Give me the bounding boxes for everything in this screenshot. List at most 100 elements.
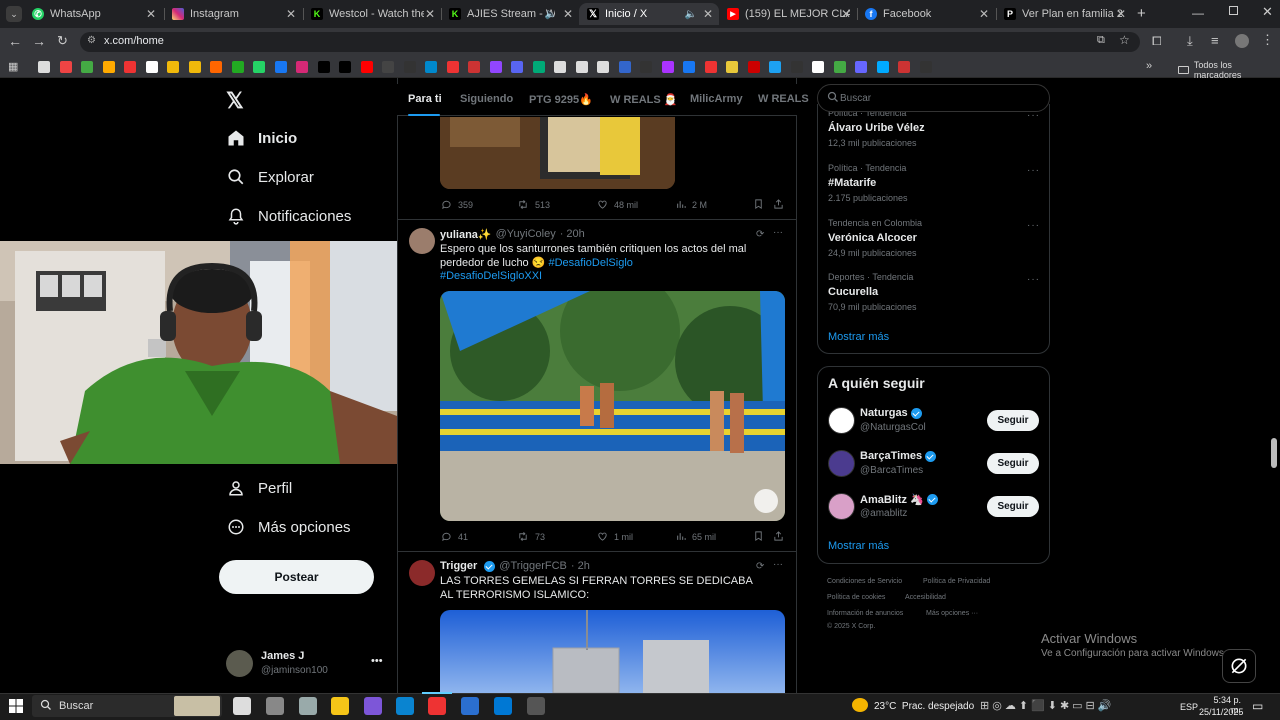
bookmark-icon[interactable]	[511, 61, 523, 73]
bookmark-icon[interactable]	[753, 530, 764, 545]
footer-link[interactable]: Condiciones de Servicio	[827, 578, 902, 585]
speaker-icon[interactable]: 🔈	[685, 9, 697, 20]
bookmark-icon[interactable]	[640, 61, 652, 73]
bookmark-icon[interactable]	[253, 61, 265, 73]
bookmark-icon[interactable]	[575, 61, 588, 73]
grok-icon[interactable]: ⟳	[756, 229, 764, 240]
bookmark-icon[interactable]	[855, 61, 867, 73]
hashtag[interactable]: #DesafioDelSigloXXI	[440, 270, 542, 282]
bookmark-icon[interactable]	[833, 61, 846, 73]
trend-name[interactable]: Cucurella	[828, 286, 878, 298]
tab-community[interactable]: PTG 9295🔥	[529, 93, 593, 106]
grok-floating-button[interactable]	[1222, 649, 1256, 683]
share-icon[interactable]	[773, 530, 784, 545]
trend-more-icon[interactable]: ···	[1027, 165, 1040, 176]
close-icon[interactable]: ✕	[841, 7, 851, 21]
discord-icon[interactable]	[364, 697, 382, 715]
tweet-time[interactable]: · 20h	[560, 228, 585, 241]
bookmark-icon[interactable]	[38, 61, 50, 73]
nav-explore[interactable]: Explorar	[226, 167, 314, 187]
avatar[interactable]	[828, 407, 855, 434]
bookmark-icon[interactable]	[532, 61, 545, 73]
bookmark-icon[interactable]	[102, 61, 115, 73]
bookmark-icon[interactable]	[898, 61, 910, 73]
show-more-link[interactable]: Mostrar más	[828, 540, 889, 552]
footer-link[interactable]: Política de cookies	[827, 594, 885, 601]
close-icon[interactable]: ✕	[425, 7, 435, 21]
clock-date[interactable]: 25/11/2025	[1199, 707, 1243, 717]
like-action[interactable]: 48 mil	[597, 199, 638, 210]
taskbar-search[interactable]: Buscar	[32, 695, 222, 717]
apps-grid-icon[interactable]: ▦	[8, 60, 18, 73]
task-view-icon[interactable]	[233, 697, 251, 715]
bookmark-icon[interactable]	[317, 61, 330, 73]
tweet-media[interactable]	[440, 610, 785, 693]
store-icon[interactable]	[494, 697, 512, 715]
avatar[interactable]	[828, 450, 855, 477]
trend-name[interactable]: Álvaro Uribe Vélez	[828, 122, 925, 134]
reply-action[interactable]: 41	[441, 531, 468, 542]
address-bar[interactable]: ⚙ x.com/home ⧉ ☆	[80, 32, 1140, 52]
bookmark-icon[interactable]	[210, 61, 222, 73]
bookmark-icon[interactable]	[747, 61, 760, 73]
trend-more-icon[interactable]: ···	[1027, 220, 1040, 231]
install-app-icon[interactable]: ⧉	[1097, 34, 1105, 47]
retweet-action[interactable]: 73	[517, 531, 545, 542]
bookmark-icon[interactable]	[468, 61, 480, 73]
footer-link[interactable]: Información de anuncios	[827, 610, 903, 617]
bookmark-icon[interactable]	[446, 61, 459, 73]
close-icon[interactable]: ✕	[146, 7, 156, 21]
tweet-time[interactable]: · 2h	[571, 560, 590, 572]
bookmark-icon[interactable]	[296, 61, 308, 73]
language-indicator[interactable]: ESP	[1180, 702, 1198, 712]
bookmark-icon[interactable]	[145, 61, 158, 73]
tab-search-icon[interactable]: ⌄	[6, 6, 22, 22]
bookmark-icon[interactable]	[188, 61, 201, 73]
file-explorer-icon[interactable]	[331, 697, 349, 715]
bookmark-icon[interactable]	[618, 61, 631, 73]
extensions-icon[interactable]: ⧠	[1152, 34, 1162, 49]
author-handle[interactable]: @YuyiColey	[496, 228, 556, 241]
views-action[interactable]: 2 M	[676, 199, 707, 210]
more-icon[interactable]: ···	[773, 227, 783, 238]
trend-name[interactable]: #Matarife	[828, 177, 876, 189]
reload-icon[interactable]: ↻	[57, 33, 68, 49]
footer-link[interactable]: Accesibilidad	[905, 594, 946, 601]
bookmark-icon[interactable]	[726, 61, 738, 73]
close-icon[interactable]: ✕	[979, 7, 989, 21]
bookmark-icon[interactable]	[597, 61, 609, 73]
bookmark-icon[interactable]	[489, 61, 502, 73]
like-action[interactable]: 1 mil	[597, 531, 633, 542]
post-button[interactable]: Postear	[219, 560, 374, 594]
tweet-media[interactable]	[440, 117, 675, 189]
nav-more-options[interactable]: Más opciones	[226, 517, 351, 537]
bookmark-icon[interactable]	[554, 61, 566, 73]
bookmark-icon[interactable]	[790, 61, 803, 73]
app-icon[interactable]	[299, 697, 317, 715]
tweet-media[interactable]	[440, 291, 785, 521]
x-logo-icon[interactable]: 𝕏	[226, 88, 244, 114]
bookmark-icon[interactable]	[704, 61, 717, 73]
more-icon[interactable]: ···	[773, 559, 783, 570]
weather-text[interactable]: 23°C Prac. despejado	[874, 701, 974, 712]
tab-x-home[interactable]: 𝕏 Inicio / X 🔈 ✕	[579, 3, 719, 25]
trend-name[interactable]: Verónica Alcocer	[828, 232, 917, 244]
bookmark-icon[interactable]	[167, 61, 179, 73]
avatar[interactable]	[828, 493, 855, 520]
tab-instagram[interactable]: Instagram ✕	[164, 3, 302, 25]
tab-kick-westcol[interactable]: K Westcol - Watch the VOD ✕	[303, 3, 441, 25]
close-icon[interactable]: ✕	[1116, 7, 1126, 21]
app-icon[interactable]	[527, 697, 545, 715]
avatar[interactable]	[409, 560, 435, 586]
retweet-action[interactable]: 513	[517, 199, 550, 210]
nav-notifications[interactable]: Notificaciones	[226, 206, 351, 226]
follow-name[interactable]: Naturgas	[860, 407, 922, 419]
nav-home[interactable]: Inicio	[226, 128, 297, 148]
tab-community[interactable]: MilicArmy	[690, 93, 743, 105]
widgets-icon[interactable]	[266, 697, 284, 715]
tab-plan-familia[interactable]: P Ver Plan en familia 2 (202 ✕	[996, 3, 1132, 25]
bookmark-icon[interactable]	[339, 61, 351, 73]
tab-facebook[interactable]: f Facebook ✕	[857, 3, 995, 25]
follow-button[interactable]: Seguir	[987, 496, 1039, 517]
tab-whatsapp[interactable]: ✆ WhatsApp ✕	[24, 3, 162, 25]
